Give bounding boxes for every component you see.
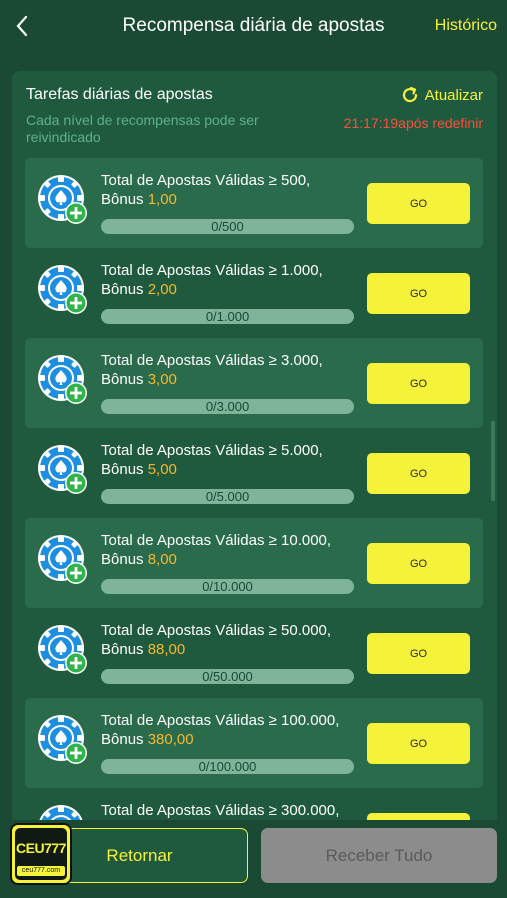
footer: Retornar CEU777 ceu777.com Receber Tudo <box>0 820 507 898</box>
task-bonus: Bônus 3,00 <box>101 370 323 389</box>
refresh-icon <box>402 86 417 103</box>
poker-chip-icon <box>38 715 87 764</box>
go-button[interactable]: GO <box>367 633 470 674</box>
bonus-label: Bônus <box>101 641 148 658</box>
bonus-amount: 8,00 <box>147 551 177 568</box>
go-button[interactable]: GO <box>367 183 470 224</box>
task-bonus: Bônus 5,00 <box>101 460 323 479</box>
task-requirement: Total de Apostas Válidas ≥ 100.000, <box>101 712 340 729</box>
progress-label: 0/10.000 <box>202 579 253 594</box>
panel-subtitle: Cada nível de recompensas pode ser reivi… <box>26 112 259 145</box>
task-requirement: Total de Apostas Válidas ≥ 300.000, <box>101 802 340 819</box>
bonus-label: Bônus <box>101 281 148 298</box>
task-progress-bar: 0/500 <box>101 219 354 234</box>
task-bonus: Bônus 88,00 <box>101 640 331 659</box>
task-bonus: Bônus 8,00 <box>101 550 331 569</box>
task-progress-bar: 0/10.000 <box>101 579 354 594</box>
progress-label: 0/5.000 <box>205 489 250 504</box>
progress-label: 0/100.000 <box>198 759 257 774</box>
logo-text: CEU777 <box>16 840 66 856</box>
task-row: Total de Apostas Válidas ≥ 500, Bônus 1,0… <box>25 158 483 248</box>
task-bonus: Bônus 380,00 <box>101 730 339 749</box>
history-link[interactable]: Histórico <box>435 17 497 35</box>
bonus-amount: 2,00 <box>147 281 177 298</box>
poker-chip-icon <box>38 355 87 404</box>
bonus-amount: 88,00 <box>147 641 186 658</box>
bonus-label: Bônus <box>101 191 148 208</box>
poker-chip-icon <box>38 445 87 494</box>
go-button[interactable]: GO <box>367 273 470 314</box>
go-button[interactable]: GO <box>367 543 470 584</box>
task-description: Total de Apostas Válidas ≥ 500, Bônus 1,0… <box>101 171 310 209</box>
task-progress-bar: 0/100.000 <box>101 759 354 774</box>
scrollbar[interactable] <box>491 421 495 501</box>
task-description: Total de Apostas Válidas ≥ 5.000, Bônus 5… <box>101 441 323 479</box>
task-description: Total de Apostas Válidas ≥ 10.000, Bônus … <box>101 531 331 569</box>
refresh-button[interactable]: Atualizar <box>400 85 483 105</box>
go-button[interactable]: GO <box>367 363 470 404</box>
poker-chip-icon <box>38 535 87 584</box>
task-row: Total de Apostas Válidas ≥ 1.000, Bônus 2… <box>25 248 483 338</box>
task-description: Total de Apostas Válidas ≥ 1.000, Bônus 2… <box>101 261 323 299</box>
tasks-panel: Tarefas diárias de apostas Atualizar Cad… <box>12 71 497 831</box>
panel-title: Tarefas diárias de apostas <box>26 86 213 103</box>
poker-chip-icon <box>38 175 87 224</box>
task-requirement: Total de Apostas Válidas ≥ 50.000, <box>101 622 332 639</box>
task-description: Total de Apostas Válidas ≥ 100.000, Bônus… <box>101 711 339 749</box>
task-row: Total de Apostas Válidas ≥ 5.000, Bônus 5… <box>25 428 483 518</box>
task-bonus: Bônus 1,00 <box>101 190 310 209</box>
task-requirement: Total de Apostas Válidas ≥ 1.000, <box>101 262 323 279</box>
bonus-amount: 1,00 <box>147 191 177 208</box>
brand-logo: CEU777 ceu777.com <box>10 823 72 885</box>
task-description: Total de Apostas Válidas ≥ 300.000, <box>101 801 339 820</box>
progress-label: 0/1.000 <box>205 309 250 324</box>
header: Recompensa diária de apostas Histórico <box>0 0 507 54</box>
bonus-label: Bônus <box>101 551 148 568</box>
poker-chip-icon <box>38 265 87 314</box>
bonus-amount: 5,00 <box>147 461 177 478</box>
task-requirement: Total de Apostas Válidas ≥ 500, <box>101 172 311 189</box>
task-progress-bar: 0/50.000 <box>101 669 354 684</box>
reset-timer: 21:17:19após redefinir <box>343 115 483 131</box>
task-description: Total de Apostas Válidas ≥ 3.000, Bônus 3… <box>101 351 323 389</box>
bonus-label: Bônus <box>101 371 148 388</box>
bonus-amount: 3,00 <box>147 371 177 388</box>
task-requirement: Total de Apostas Válidas ≥ 10.000, <box>101 532 332 549</box>
task-row: Total de Apostas Válidas ≥ 3.000, Bônus 3… <box>25 338 483 428</box>
task-progress-bar: 0/5.000 <box>101 489 354 504</box>
progress-label: 0/500 <box>211 219 244 234</box>
bonus-amount: 380,00 <box>147 731 194 748</box>
progress-label: 0/3.000 <box>205 399 250 414</box>
task-row: Total de Apostas Válidas ≥ 100.000, Bônus… <box>25 698 483 788</box>
task-progress-bar: 0/1.000 <box>101 309 354 324</box>
task-description: Total de Apostas Válidas ≥ 50.000, Bônus … <box>101 621 331 659</box>
task-requirement: Total de Apostas Válidas ≥ 5.000, <box>101 442 323 459</box>
task-row: Total de Apostas Válidas ≥ 10.000, Bônus … <box>25 518 483 608</box>
return-label: Retornar <box>106 845 173 865</box>
go-button[interactable]: GO <box>367 723 470 764</box>
poker-chip-icon <box>38 625 87 674</box>
refresh-label: Atualizar <box>424 86 483 104</box>
bonus-label: Bônus <box>101 461 148 478</box>
task-progress-bar: 0/3.000 <box>101 399 354 414</box>
go-button[interactable]: GO <box>367 453 470 494</box>
task-requirement: Total de Apostas Válidas ≥ 3.000, <box>101 352 323 369</box>
task-row: Total de Apostas Válidas ≥ 50.000, Bônus … <box>25 608 483 698</box>
progress-label: 0/50.000 <box>202 669 253 684</box>
claim-all-button[interactable]: Receber Tudo <box>261 828 497 883</box>
claim-all-label: Receber Tudo <box>325 845 433 865</box>
task-bonus: Bônus 2,00 <box>101 280 323 299</box>
logo-url: ceu777.com <box>17 866 65 876</box>
page-title: Recompensa diária de apostas <box>122 15 385 36</box>
bonus-label: Bônus <box>101 731 148 748</box>
